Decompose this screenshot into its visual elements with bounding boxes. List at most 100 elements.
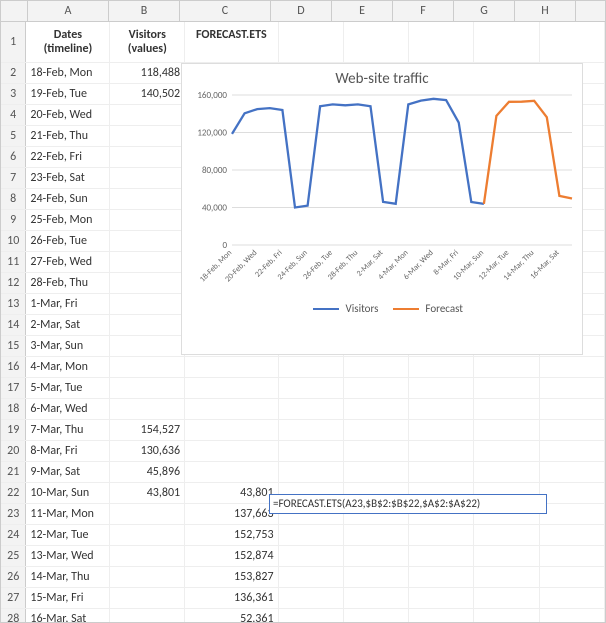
cell-H25[interactable]: [540, 546, 605, 566]
cell-F17[interactable]: [409, 378, 474, 398]
cell-H24[interactable]: [540, 525, 605, 545]
cell-C20[interactable]: [185, 441, 278, 461]
cell-G27[interactable]: [474, 588, 539, 608]
cell-E1[interactable]: [344, 22, 409, 62]
cell-A17[interactable]: 5-Mar, Tue: [26, 378, 110, 398]
row-header-7[interactable]: 7: [1, 168, 26, 188]
cell-A22[interactable]: 10-Mar, Sun: [26, 483, 110, 503]
cell-F18[interactable]: [409, 399, 474, 419]
row-header-15[interactable]: 15: [1, 336, 26, 356]
cell-G24[interactable]: [474, 525, 539, 545]
cell-F28[interactable]: [409, 609, 474, 623]
cell-A25[interactable]: 13-Mar, Wed: [26, 546, 110, 566]
cell-B26[interactable]: [110, 567, 185, 587]
col-header-D[interactable]: D: [271, 1, 332, 21]
col-header-E[interactable]: E: [332, 1, 393, 21]
cell-E25[interactable]: [344, 546, 409, 566]
col-header-G[interactable]: G: [454, 1, 515, 21]
cell-A6[interactable]: 22-Feb, Fri: [26, 147, 110, 167]
row-header-4[interactable]: 4: [1, 105, 26, 125]
cell-A11[interactable]: 27-Feb, Wed: [26, 252, 110, 272]
cell-D26[interactable]: [279, 567, 344, 587]
cell-A13[interactable]: 1-Mar, Fri: [26, 294, 110, 314]
row-header-2[interactable]: 2: [1, 63, 26, 83]
row-header-10[interactable]: 10: [1, 231, 26, 251]
cell-A7[interactable]: 23-Feb, Sat: [26, 168, 110, 188]
cell-B8[interactable]: [110, 189, 185, 209]
col-header-C[interactable]: C: [180, 1, 271, 21]
cell-F1[interactable]: [409, 22, 474, 62]
cell-B21[interactable]: 45,896: [110, 462, 185, 482]
cell-A4[interactable]: 20-Feb, Wed: [26, 105, 110, 125]
row-header-12[interactable]: 12: [1, 273, 26, 293]
cell-H28[interactable]: [540, 609, 605, 623]
cell-B25[interactable]: [110, 546, 185, 566]
cell-B9[interactable]: [110, 210, 185, 230]
cell-G20[interactable]: [474, 441, 539, 461]
col-header-F[interactable]: F: [393, 1, 454, 21]
cell-A15[interactable]: 3-Mar, Sun: [26, 336, 110, 356]
cell-G18[interactable]: [474, 399, 539, 419]
row-header-25[interactable]: 25: [1, 546, 26, 566]
cell-E17[interactable]: [344, 378, 409, 398]
cell-A16[interactable]: 4-Mar, Mon: [26, 357, 110, 377]
cell-D18[interactable]: [279, 399, 344, 419]
cell-G17[interactable]: [474, 378, 539, 398]
formula-overlay[interactable]: =FORECAST.ETS(A23,$B$2:$B$22,$A$2:$A$22): [269, 494, 547, 514]
cell-A24[interactable]: 12-Mar, Tue: [26, 525, 110, 545]
cell-G1[interactable]: [474, 22, 539, 62]
col-header-H[interactable]: H: [515, 1, 576, 21]
cell-A5[interactable]: 21-Feb, Thu: [26, 126, 110, 146]
cell-A1[interactable]: Dates(timeline): [26, 22, 110, 62]
row-header-6[interactable]: 6: [1, 147, 26, 167]
cell-B5[interactable]: [110, 126, 185, 146]
cell-F19[interactable]: [409, 420, 474, 440]
cell-C22[interactable]: 43,801: [185, 483, 278, 503]
cell-G16[interactable]: [474, 357, 539, 377]
cell-F27[interactable]: [409, 588, 474, 608]
cell-B4[interactable]: [110, 105, 185, 125]
cell-D21[interactable]: [279, 462, 344, 482]
row-header-16[interactable]: 16: [1, 357, 26, 377]
cell-A26[interactable]: 14-Mar, Thu: [26, 567, 110, 587]
cell-H1[interactable]: [540, 22, 605, 62]
cell-H23[interactable]: [540, 504, 605, 524]
cell-D25[interactable]: [279, 546, 344, 566]
cell-A8[interactable]: 24-Feb, Sun: [26, 189, 110, 209]
cell-H17[interactable]: [540, 378, 605, 398]
cell-E21[interactable]: [344, 462, 409, 482]
row-header-21[interactable]: 21: [1, 462, 26, 482]
cell-H19[interactable]: [540, 420, 605, 440]
cell-E18[interactable]: [344, 399, 409, 419]
cell-H26[interactable]: [540, 567, 605, 587]
cell-F24[interactable]: [409, 525, 474, 545]
cell-H27[interactable]: [540, 588, 605, 608]
cell-C18[interactable]: [185, 399, 278, 419]
cell-G21[interactable]: [474, 462, 539, 482]
row-header-3[interactable]: 3: [1, 84, 26, 104]
cell-D1[interactable]: [279, 22, 344, 62]
cell-A27[interactable]: 15-Mar, Fri: [26, 588, 110, 608]
cell-B14[interactable]: [110, 315, 185, 335]
cell-B16[interactable]: [110, 357, 185, 377]
cell-F26[interactable]: [409, 567, 474, 587]
cell-C21[interactable]: [185, 462, 278, 482]
row-header-20[interactable]: 20: [1, 441, 26, 461]
cell-D16[interactable]: [279, 357, 344, 377]
row-header-11[interactable]: 11: [1, 252, 26, 272]
row-header-26[interactable]: 26: [1, 567, 26, 587]
cell-G19[interactable]: [474, 420, 539, 440]
cell-B1[interactable]: Visitors(values): [110, 22, 185, 62]
cell-B13[interactable]: [110, 294, 185, 314]
row-header-13[interactable]: 13: [1, 294, 26, 314]
cell-A2[interactable]: 18-Feb, Mon: [26, 63, 110, 83]
cell-A23[interactable]: 11-Mar, Mon: [26, 504, 110, 524]
cell-C1[interactable]: FORECAST.ETS: [185, 22, 278, 62]
cell-A20[interactable]: 8-Mar, Fri: [26, 441, 110, 461]
cell-G25[interactable]: [474, 546, 539, 566]
cell-B22[interactable]: 43,801: [110, 483, 185, 503]
cell-D24[interactable]: [279, 525, 344, 545]
row-header-1[interactable]: 1: [1, 22, 26, 62]
cell-C16[interactable]: [185, 357, 278, 377]
row-header-24[interactable]: 24: [1, 525, 26, 545]
